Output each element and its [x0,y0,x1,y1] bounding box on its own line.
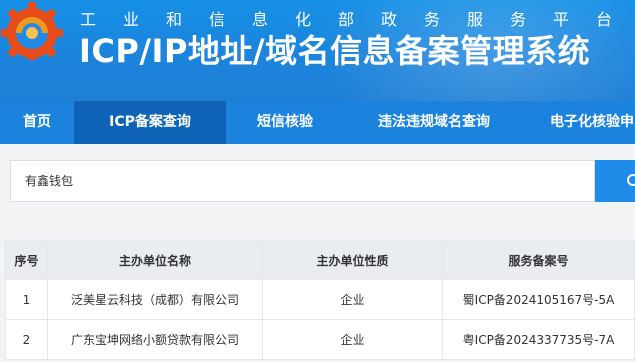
nav-item-e-verify[interactable]: 电子化核验申 [530,101,635,144]
search-icon [627,174,635,186]
table-row[interactable]: 2 广东宝坤网络小额贷款有限公司 企业 粤ICP备2024337735号-7A [5,320,635,360]
site-header: 工业和信息化部政务服务平台 ICP/IP地址/域名信息备案管理系统 [0,0,635,101]
nav-item-home[interactable]: 首页 [0,101,74,144]
row-index: 2 [5,320,48,360]
column-header-record-no: 服务备案号 [443,240,635,280]
nav-item-illegal-domain-query[interactable]: 违法违规域名查询 [344,101,524,144]
nav-item-sms-verify[interactable]: 短信核验 [226,101,344,144]
record-no-cell: 蜀ICP备2024105167号-5A [443,280,635,320]
org-name-cell: 广东宝坤网络小额贷款有限公司 [48,320,263,360]
row-index: 1 [5,280,48,320]
org-type-cell: 企业 [263,280,443,320]
table-header-row: 序号 主办单位名称 主办单位性质 服务备案号 [5,240,635,280]
table-row[interactable]: 1 泛美星云科技（成都）有限公司 企业 蜀ICP备2024105167号-5A [5,280,635,320]
org-name-cell: 泛美星云科技（成都）有限公司 [48,280,263,320]
nav-item-icp-query[interactable]: ICP备案查询 [74,101,226,144]
gear-logo-icon [1,2,63,60]
search-bar: 有鑫钱包 [10,160,635,202]
page-title: ICP/IP地址/域名信息备案管理系统 [79,32,591,70]
record-no-cell: 粤ICP备2024337735号-7A [443,320,635,360]
column-header-index: 序号 [5,240,48,280]
column-header-org-type: 主办单位性质 [263,240,443,280]
org-type-cell: 企业 [263,320,443,360]
main-nav: 首页 ICP备案查询 短信核验 违法违规域名查询 电子化核验申 [0,101,635,144]
column-header-org-name: 主办单位名称 [48,240,263,280]
search-button[interactable] [595,160,635,202]
search-input[interactable]: 有鑫钱包 [10,160,595,202]
